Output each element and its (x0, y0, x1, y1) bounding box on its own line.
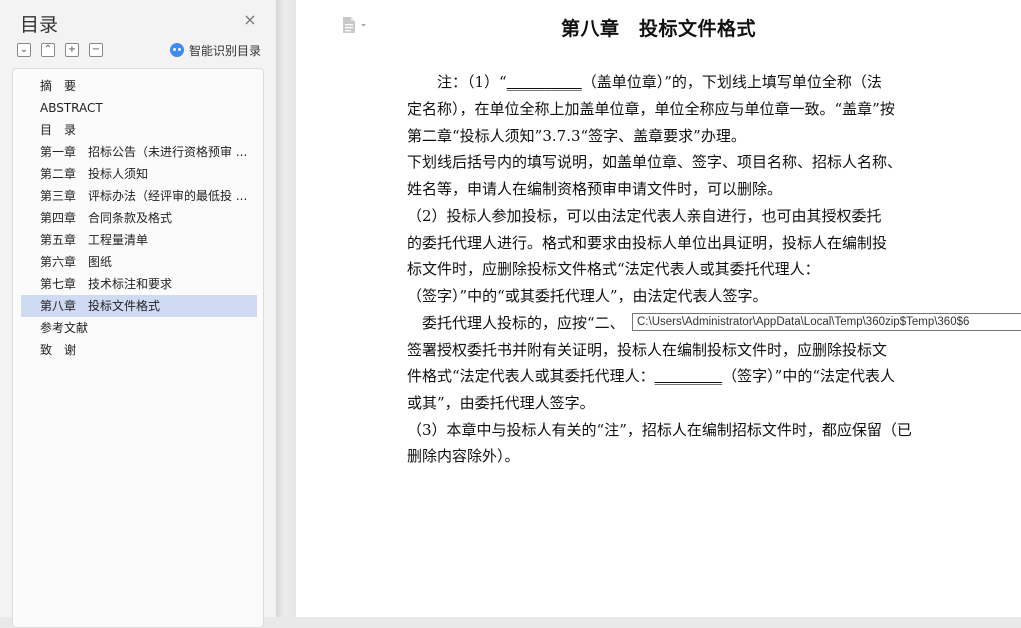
ai-assistant-icon (170, 43, 184, 57)
toc-title: 目录 (20, 14, 59, 36)
body-line: （2）投标人参加投标，可以由法定代表人亲自进行，也可由其授权委托 (407, 207, 882, 225)
remove-item-icon[interactable]: − (89, 43, 103, 57)
toc-item-chapter-6[interactable]: 第六章 图纸 (21, 251, 257, 273)
ai-toc-button[interactable]: 智能识别目录 (170, 42, 261, 58)
expand-level-icon[interactable]: ⌃ (41, 43, 55, 57)
fill-blank: _________ (654, 367, 723, 385)
body-line: 下划线后括号内的填写说明，如盖单位章、签字、项目名称、招标人名称、 (407, 153, 903, 171)
body-line: 或其”，由委托代理人签字。 (407, 394, 595, 412)
body-line: 标文件时，应删除投标文件格式“法定代表人或其委托代理人： (407, 260, 820, 278)
body-line: 定名称），在单位全称上加盖单位章，单位全称应与单位章一致。“盖章”按 (407, 100, 895, 118)
body-line: 第二章“投标人须知”3.7.3“签字、盖章要求”办理。 (407, 127, 746, 145)
file-path-tooltip: C:\Users\Administrator\AppData\Local\Tem… (632, 313, 1021, 331)
toc-item-acknowledgements[interactable]: 致 谢 (21, 339, 257, 361)
toc-item-chapter-5[interactable]: 第五章 工程量清单 (21, 229, 257, 251)
collapse-all-icon[interactable]: ⌄ (17, 43, 31, 57)
toc-item-chapter-1[interactable]: 第一章 招标公告（未进行资格预审 ... (21, 141, 257, 163)
toc-item-chapter-2[interactable]: 第二章 投标人须知 (21, 163, 257, 185)
document-page: 第八章 投标文件格式 注：（1）“__________（盖单位章）”的，下划线上… (296, 0, 1021, 617)
toc-item-chapter-7[interactable]: 第七章 技术标注和要求 (21, 273, 257, 295)
toc-item-contents[interactable]: 目 录 (21, 119, 257, 141)
toc-item-chapter-4[interactable]: 第四章 合同条款及格式 (21, 207, 257, 229)
toc-list: 摘 要 ABSTRACT 目 录 第一章 招标公告（未进行资格预审 ... 第二… (12, 68, 264, 628)
body-line: 姓名等，申请人在编制资格预审申请文件时，可以删除。 (407, 180, 783, 198)
body-line: （3）本章中与投标人有关的“注”，招标人在编制招标文件时，都应保留（已 (407, 421, 912, 439)
toc-panel: 目录 × ⌄ ⌃ + − 智能识别目录 摘 要 ABSTRACT 目 录 第一章… (0, 0, 276, 628)
body-line: 的委托代理人进行。格式和要求由投标人单位出具证明，投标人在编制投 (407, 234, 888, 252)
close-icon[interactable]: × (242, 12, 258, 28)
ai-toc-label: 智能识别目录 (189, 43, 262, 58)
toc-item-chapter-8[interactable]: 第八章 投标文件格式 (21, 295, 257, 317)
chapter-title: 第八章 投标文件格式 (560, 18, 756, 40)
body-line: 件格式“法定代表人或其委托代理人：_________（签字）”中的“法定代表人 (407, 367, 896, 385)
toc-item-references[interactable]: 参考文献 (21, 317, 257, 339)
toc-item-abstract-cn[interactable]: 摘 要 (21, 75, 257, 97)
body-line: 签署授权委托书并附有关证明，投标人在编制投标文件时，应删除投标文 (407, 341, 888, 359)
body-line: 注：（1）“__________（盖单位章）”的，下划线上填写单位全称（法 (407, 73, 882, 91)
toc-item-abstract-en[interactable]: ABSTRACT (21, 97, 257, 119)
fill-blank: __________ (506, 73, 582, 91)
body-line: 删除内容除外）。 (407, 447, 520, 465)
add-item-icon[interactable]: + (65, 43, 79, 57)
body-line: （签字）”中的“或其委托代理人”，由法定代表人签字。 (407, 287, 768, 305)
panel-separator[interactable] (276, 0, 296, 617)
toc-item-chapter-3[interactable]: 第三章 评标办法（经评审的最低投 ... (21, 185, 257, 207)
